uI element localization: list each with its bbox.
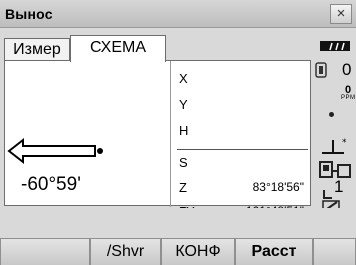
- tilt-compensator-icon: *: [322, 138, 347, 154]
- z-value: 83°18'56": [252, 180, 304, 194]
- vertical-divider: [170, 61, 171, 207]
- y-label: Y: [179, 97, 188, 112]
- prism-icon: [315, 62, 327, 78]
- stakeout-panel: -60°59' X Y H S Z 83°18'56" ГУп 101°48'5…: [4, 60, 311, 219]
- close-button[interactable]: ×: [330, 4, 352, 24]
- h-label: H: [179, 123, 189, 138]
- softkey-konf[interactable]: КОНФ: [161, 238, 235, 265]
- direction-arrow-icon: [7, 137, 103, 165]
- x-label: X: [179, 71, 188, 86]
- softkey-distance[interactable]: Расст: [235, 238, 313, 265]
- angle-readout: -60°59': [21, 174, 81, 195]
- ppm-unit: PPM: [341, 95, 356, 101]
- tab-measure[interactable]: Измер: [4, 38, 70, 61]
- prism-constant: 0: [342, 60, 352, 79]
- target-number: 1: [334, 177, 344, 196]
- z-label: Z: [179, 180, 187, 195]
- softkey-5[interactable]: [313, 238, 356, 265]
- softkey-shvr[interactable]: /Shvr: [90, 238, 161, 265]
- status-sidebar: 0 0 PPM * 1: [312, 34, 356, 212]
- battery-icon: [320, 41, 350, 51]
- svg-text:*: *: [342, 138, 347, 148]
- title-bar: Вынос ×: [0, 0, 356, 28]
- s-label: S: [179, 155, 188, 170]
- tab-scheme[interactable]: СХЕМА: [70, 35, 166, 62]
- separator-line: [177, 149, 308, 150]
- laser-dot-icon: [329, 112, 334, 117]
- softkey-1[interactable]: [0, 238, 90, 265]
- window-title: Вынос: [5, 6, 53, 22]
- softkey-bar: /Shvr КОНФ Расст: [0, 208, 356, 265]
